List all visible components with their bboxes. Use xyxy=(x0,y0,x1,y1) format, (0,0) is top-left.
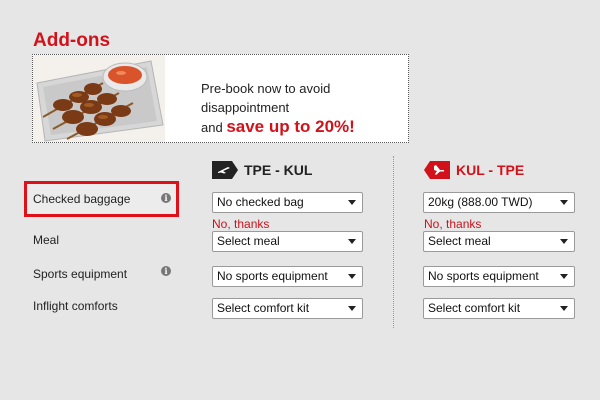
banner-line2-prefix: and xyxy=(201,120,227,135)
banner-highlight: save up to 20%! xyxy=(226,117,355,136)
route-divider xyxy=(393,156,394,328)
outbound-baggage-note: No, thanks xyxy=(212,217,270,231)
chevron-down-icon xyxy=(560,274,568,279)
chevron-down-icon xyxy=(348,306,356,311)
banner-line1: Pre-book now to avoid disappointment xyxy=(201,81,331,115)
plane-depart-icon xyxy=(212,161,238,179)
chevron-down-icon xyxy=(560,239,568,244)
return-sports-select[interactable]: No sports equipment xyxy=(423,266,575,287)
label-meal: Meal xyxy=(33,233,60,247)
label-inflight-comforts: Inflight comforts xyxy=(33,299,118,313)
return-baggage-note: No, thanks xyxy=(424,217,482,231)
info-icon[interactable]: i xyxy=(161,266,171,276)
chevron-down-icon xyxy=(560,200,568,205)
chevron-down-icon xyxy=(348,200,356,205)
chevron-down-icon xyxy=(348,239,356,244)
chevron-down-icon xyxy=(348,274,356,279)
return-comfort-select[interactable]: Select comfort kit xyxy=(423,298,575,319)
label-sports-equipment: Sports equipment xyxy=(33,267,128,281)
outbound-comfort-select[interactable]: Select comfort kit xyxy=(212,298,363,319)
return-baggage-select[interactable]: 20kg (888.00 TWD) xyxy=(423,192,575,213)
info-icon[interactable]: i xyxy=(161,193,171,203)
outbound-route-header: TPE - KUL xyxy=(212,160,312,180)
outbound-route-label: TPE - KUL xyxy=(244,162,313,178)
outbound-meal-select[interactable]: Select meal xyxy=(212,231,363,252)
label-checked-baggage: Checked baggage xyxy=(33,192,131,206)
outbound-sports-select[interactable]: No sports equipment xyxy=(212,266,363,287)
return-meal-select[interactable]: Select meal xyxy=(423,231,575,252)
outbound-baggage-select[interactable]: No checked bag xyxy=(212,192,363,213)
section-title: Add-ons xyxy=(33,30,111,51)
plane-arrive-icon xyxy=(424,161,450,179)
promo-banner[interactable]: Pre-book now to avoid disappointment and… xyxy=(32,54,409,143)
return-route-header: KUL - TPE xyxy=(424,160,524,180)
food-photo xyxy=(33,55,165,142)
chevron-down-icon xyxy=(560,306,568,311)
return-route-label: KUL - TPE xyxy=(456,162,525,178)
